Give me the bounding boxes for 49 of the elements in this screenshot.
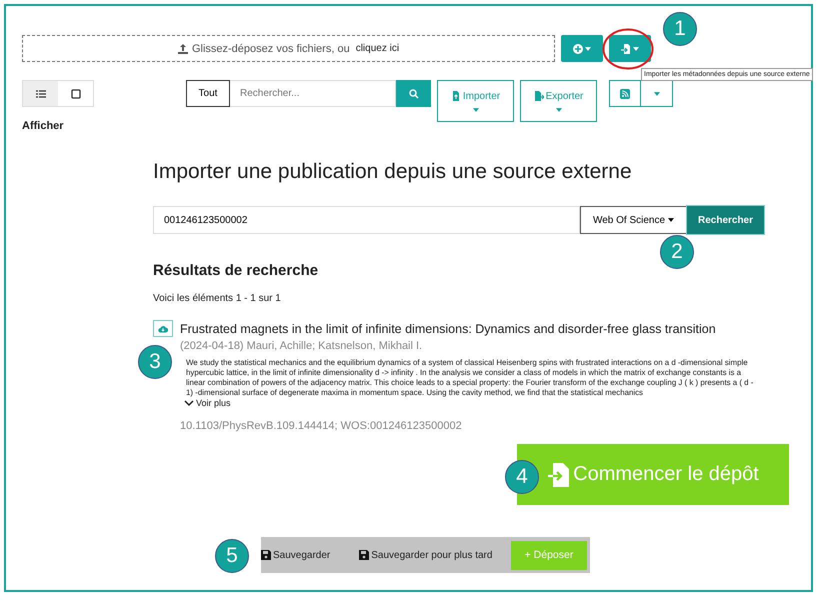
- file-export-icon: [534, 91, 544, 101]
- caret-icon: [556, 108, 562, 112]
- search-button[interactable]: [396, 80, 431, 107]
- caret-icon: [668, 218, 674, 222]
- rss-dropdown-button[interactable]: [641, 80, 673, 107]
- source-dropdown[interactable]: Web Of Science: [580, 206, 687, 234]
- panel-title: Importer une publication depuis une source externe: [153, 160, 633, 184]
- caret-icon: [472, 108, 478, 112]
- rss-icon: [620, 88, 630, 98]
- file-import-icon: [547, 462, 570, 486]
- import-source-button[interactable]: [609, 35, 651, 62]
- scope-button[interactable]: Tout: [186, 80, 230, 107]
- result-identifiers: 10.1103/PhysRevB.109.144414; WOS:001246123500002: [180, 420, 463, 432]
- caret-icon: [585, 46, 591, 50]
- step-number: 4: [505, 460, 539, 494]
- file-drop-zone[interactable]: Glissez-déposez vos fichiers, ou cliquez ici: [22, 35, 555, 62]
- chevron-down-icon: [184, 398, 194, 408]
- drop-text: Glissez-déposez vos fichiers, ou: [192, 42, 350, 54]
- search-field[interactable]: Rechercher...: [230, 80, 396, 107]
- results-heading: Résultats de recherche: [153, 262, 320, 279]
- result-meta: (2024-04-18) Mauri, Achille; Katsnelson, Mikhail I.: [180, 340, 424, 352]
- highlight-ring: [602, 28, 654, 70]
- plus-circle-icon: [573, 44, 583, 54]
- step-number: 3: [138, 345, 172, 379]
- list-icon: [36, 88, 46, 98]
- browse-link[interactable]: cliquez ici: [356, 43, 400, 54]
- cloud-download-icon: [158, 324, 168, 334]
- cloud-download-button[interactable]: [153, 320, 173, 337]
- file-upload-icon: [450, 91, 461, 101]
- result-title[interactable]: Frustrated magnets in the limit of infinite dimensions: Dynamics and disorder-free glass transition: [180, 322, 716, 336]
- show-more-link[interactable]: Voir plus: [184, 398, 231, 408]
- results-summary: Voici les éléments 1 - 1 sur 1: [153, 293, 282, 304]
- rss-button[interactable]: [609, 80, 641, 107]
- search-icon: [408, 88, 418, 98]
- caret-icon: [654, 92, 660, 96]
- caret-icon: [633, 46, 639, 50]
- step-number: 2: [660, 235, 694, 269]
- upload-icon: [178, 44, 188, 54]
- search-submit-button[interactable]: Rechercher: [687, 206, 764, 234]
- save-button[interactable]: Sauvegarder: [261, 550, 330, 560]
- identifier-field[interactable]: 001246123500002: [153, 206, 580, 234]
- step-number: 5: [215, 539, 249, 573]
- file-import-icon: [621, 44, 631, 54]
- step-number: 1: [663, 12, 697, 46]
- display-label: Afficher: [22, 120, 65, 132]
- square-icon: [70, 88, 80, 98]
- add-dropdown-button[interactable]: [561, 35, 603, 62]
- list-view-button[interactable]: [23, 81, 58, 106]
- save-later-button[interactable]: Sauvegarder pour plus tard: [359, 550, 492, 560]
